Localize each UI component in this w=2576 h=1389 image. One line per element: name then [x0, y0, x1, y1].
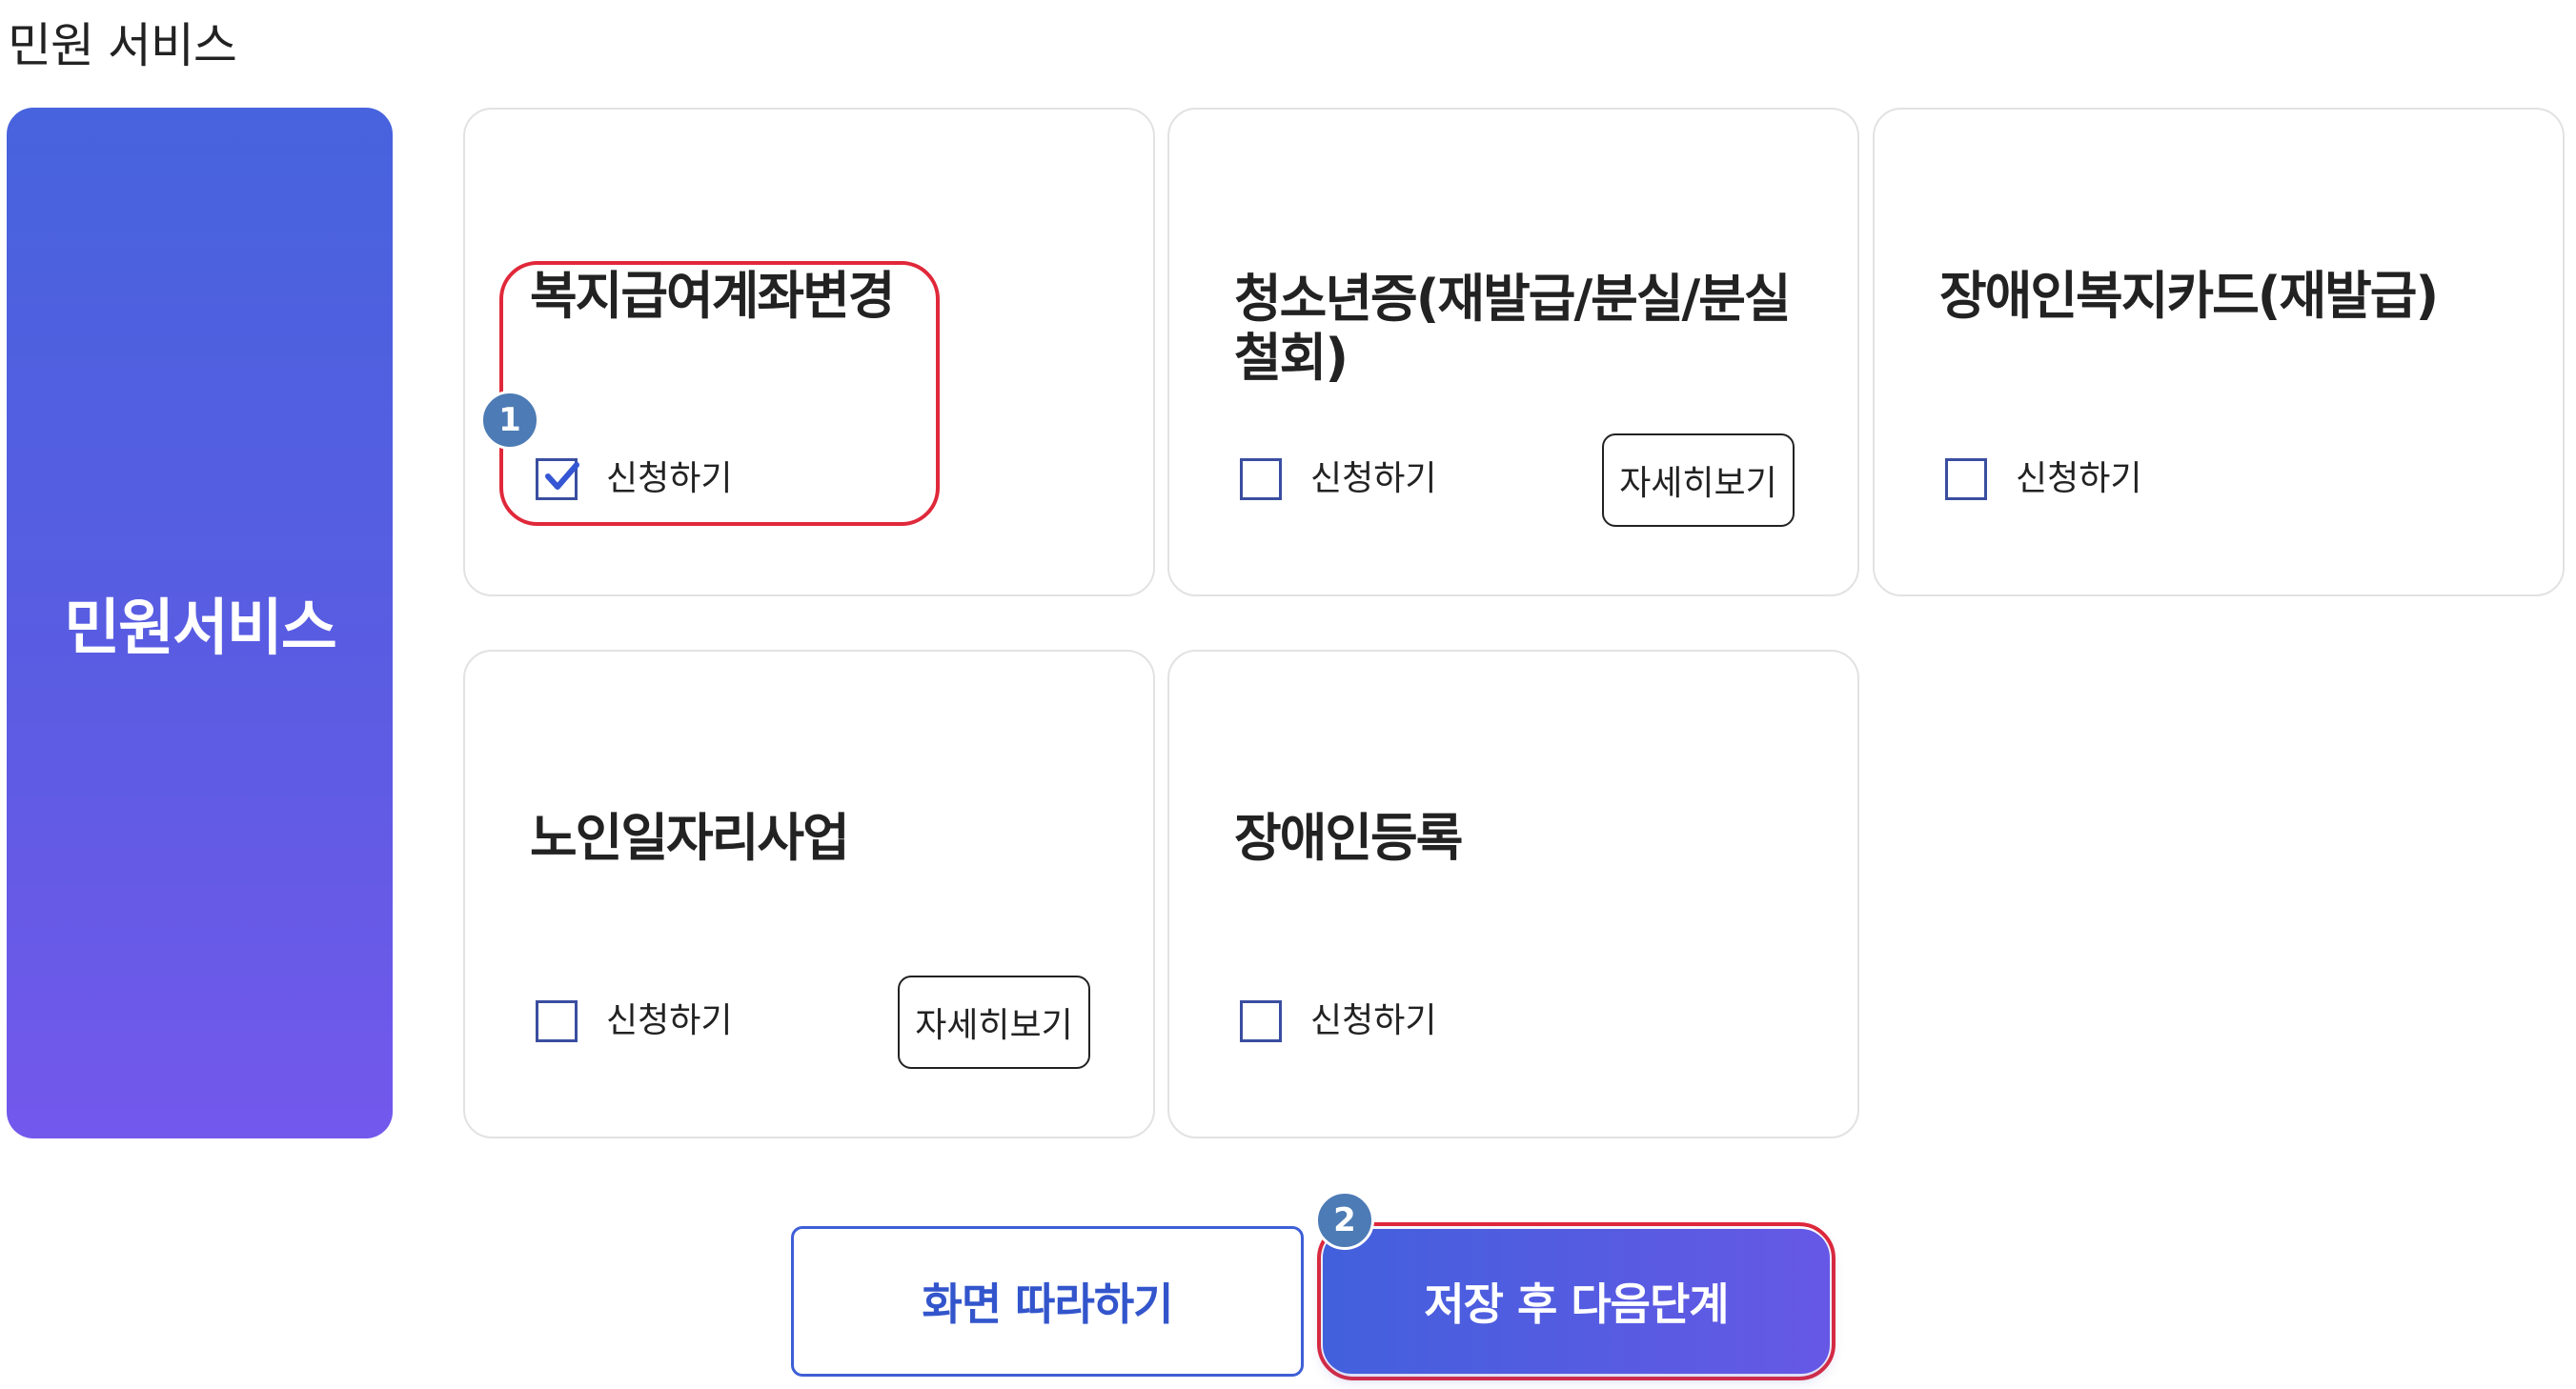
- details-button[interactable]: 자세히보기: [1602, 433, 1795, 527]
- service-card-disability-card: 장애인복지카드(재발급) 신청하기: [1873, 108, 2565, 596]
- highlight-outline: [499, 261, 940, 526]
- apply-checkbox[interactable]: [1945, 458, 1987, 500]
- side-panel: 민원서비스: [7, 108, 393, 1138]
- apply-checkbox[interactable]: [1240, 458, 1282, 500]
- section-title: 민원 서비스: [8, 18, 237, 73]
- civil-service-page: 민원 서비스 민원서비스 복지급여계좌변경 신청하기 청소년증(재발급/분실/분…: [0, 0, 2576, 1389]
- apply-label: 신청하기: [606, 1001, 733, 1040]
- apply-checkbox[interactable]: [1240, 1000, 1282, 1042]
- step-badge: 2: [1315, 1191, 1374, 1250]
- apply-label: 신청하기: [1310, 459, 1437, 498]
- card-title-line: 청소년증(재발급/분실/분실: [1234, 269, 1792, 329]
- card-title: 노인일자리사업: [530, 808, 850, 868]
- apply-label: 신청하기: [1310, 1001, 1437, 1040]
- step-badge: 1: [480, 391, 539, 450]
- apply-label: 신청하기: [2016, 459, 2142, 498]
- service-card-youth-id: 청소년증(재발급/분실/분실 철회) 신청하기 자세히보기: [1167, 108, 1859, 596]
- follow-screen-button[interactable]: 화면 따라하기: [791, 1226, 1304, 1377]
- card-title-line: 철회): [1234, 328, 1349, 388]
- service-card-disability-registration: 장애인등록 신청하기: [1167, 650, 1859, 1138]
- save-next-button[interactable]: 저장 후 다음단계: [1323, 1229, 1830, 1374]
- card-title: 청소년증(재발급/분실/분실 철회): [1234, 270, 1806, 388]
- card-title: 장애인복지카드(재발급): [1939, 266, 2439, 326]
- details-button[interactable]: 자세히보기: [898, 976, 1090, 1069]
- apply-checkbox[interactable]: [536, 1000, 578, 1042]
- card-title: 장애인등록: [1234, 808, 1463, 868]
- service-card-senior-jobs: 노인일자리사업 신청하기 자세히보기: [463, 650, 1155, 1138]
- side-panel-label: 민원서비스: [64, 594, 336, 664]
